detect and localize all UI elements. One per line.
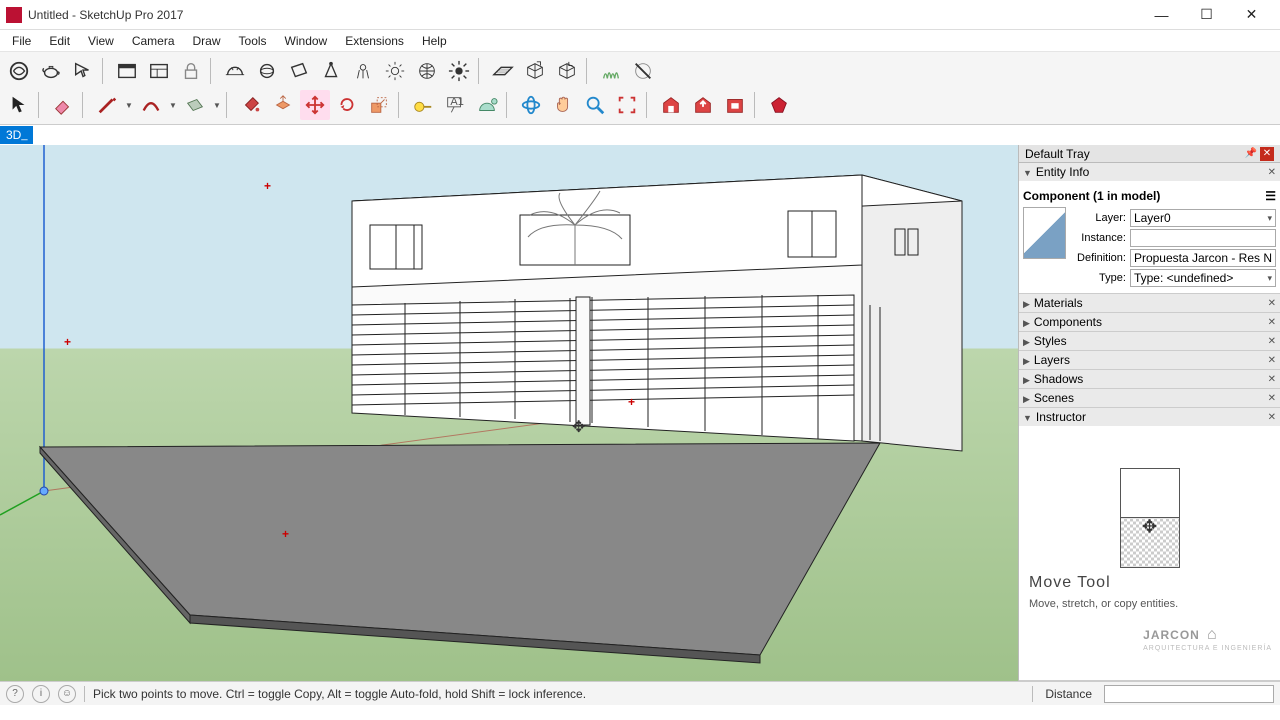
instructor-tool-desc: Move, stretch, or copy entities. (1025, 598, 1178, 610)
push-pull-icon[interactable] (268, 90, 298, 120)
tray-pin-icon[interactable]: 📌 (1245, 148, 1257, 159)
vray-infinite-plane-icon[interactable] (488, 56, 518, 86)
warehouse-icon[interactable] (656, 90, 686, 120)
vray-proxy-export-icon[interactable] (520, 56, 550, 86)
shape-tool-dropdown[interactable]: ▼ (212, 101, 222, 110)
vray-asset-editor-icon[interactable] (144, 56, 174, 86)
vray-mesh-light-icon[interactable] (412, 56, 442, 86)
select-tool-icon[interactable] (4, 90, 34, 120)
app-icon (6, 7, 22, 23)
panel-layers-header[interactable]: ▶Layers✕ (1019, 351, 1280, 369)
menu-view[interactable]: View (80, 32, 122, 50)
vray-sun-icon[interactable] (444, 56, 474, 86)
vray-frame-buffer-icon[interactable] (112, 56, 142, 86)
vray-sphere-light-icon[interactable] (252, 56, 282, 86)
arc-tool-dropdown[interactable]: ▼ (168, 101, 178, 110)
menu-file[interactable]: File (4, 32, 39, 50)
warehouse-share-icon[interactable] (688, 90, 718, 120)
text-tool-icon[interactable]: A1 (440, 90, 470, 120)
entity-heading: Component (1 in model) (1023, 189, 1160, 203)
status-bar: ? i ☺ Pick two points to move. Ctrl = to… (0, 681, 1280, 705)
status-help-icon[interactable]: ? (6, 685, 24, 703)
menu-tools[interactable]: Tools (231, 32, 275, 50)
scene-tab-bar: 3D (0, 125, 1280, 145)
menu-edit[interactable]: Edit (41, 32, 78, 50)
eraser-tool-icon[interactable] (48, 90, 78, 120)
menu-window[interactable]: Window (277, 32, 336, 50)
instructor-body: ✥ JARCON ⌂ ARQUITECTURA E INGENIERÍA Mov… (1019, 426, 1280, 680)
maximize-button[interactable]: ☐ (1184, 0, 1229, 30)
pan-tool-icon[interactable] (548, 90, 578, 120)
title-bar: Untitled - SketchUp Pro 2017 ― ☐ ✕ (0, 0, 1280, 30)
scale-tool-icon[interactable] (364, 90, 394, 120)
tray-title: Default Tray (1025, 147, 1090, 161)
panel-entity-info-header[interactable]: ▼Entity Info ✕ (1019, 163, 1280, 181)
panel-styles-header[interactable]: ▶Styles✕ (1019, 332, 1280, 350)
minimize-button[interactable]: ― (1139, 0, 1184, 30)
panel-materials-header[interactable]: ▶Materials✕ (1019, 294, 1280, 312)
vray-fur-icon[interactable] (596, 56, 626, 86)
zoom-tool-icon[interactable] (580, 90, 610, 120)
entity-material-swatch[interactable] (1023, 207, 1066, 259)
panel-instructor-header[interactable]: ▼Instructor ✕ (1019, 408, 1280, 426)
line-tool-dropdown[interactable]: ▼ (124, 101, 134, 110)
tape-measure-icon[interactable] (408, 90, 438, 120)
close-button[interactable]: ✕ (1229, 0, 1274, 30)
vray-teapot-icon[interactable] (36, 56, 66, 86)
menu-camera[interactable]: Camera (124, 32, 183, 50)
vray-clipper-icon[interactable] (628, 56, 658, 86)
extension-warehouse-icon[interactable] (720, 90, 750, 120)
instance-field[interactable] (1130, 229, 1276, 247)
protractor-icon[interactable] (472, 90, 502, 120)
zoom-extents-icon[interactable] (612, 90, 642, 120)
type-dropdown[interactable]: Type: <undefined> (1130, 269, 1276, 287)
panel-scenes-header[interactable]: ▶Scenes✕ (1019, 389, 1280, 407)
status-user-icon[interactable]: ☺ (58, 685, 76, 703)
orbit-tool-icon[interactable] (516, 90, 546, 120)
paint-bucket-icon[interactable] (236, 90, 266, 120)
vray-ies-light-icon[interactable] (348, 56, 378, 86)
panel-shadows-header[interactable]: ▶Shadows✕ (1019, 370, 1280, 388)
menu-help[interactable]: Help (414, 32, 455, 50)
vray-render-icon[interactable] (4, 56, 34, 86)
entity-menu-icon[interactable]: ☰ (1265, 189, 1276, 203)
menu-bar: File Edit View Camera Draw Tools Window … (0, 30, 1280, 52)
panel-entity-info: ▼Entity Info ✕ Component (1 in model) ☰ … (1019, 163, 1280, 294)
tray-close-icon[interactable]: ✕ (1260, 147, 1274, 161)
arc-tool-icon[interactable] (136, 90, 166, 120)
definition-field[interactable]: Propuesta Jarcon - Res N (1130, 249, 1276, 267)
vray-rect-light-icon[interactable] (284, 56, 314, 86)
rotate-tool-icon[interactable] (332, 90, 362, 120)
menu-extensions[interactable]: Extensions (337, 32, 412, 50)
measurement-label: Distance (1041, 687, 1096, 701)
vray-dome-light-icon[interactable] (220, 56, 250, 86)
toolbar-area: ▼ ▼ ▼ A1 (0, 52, 1280, 125)
default-tray: Default Tray 📌 ✕ ▼Entity Info ✕ Componen… (1018, 145, 1280, 681)
instructor-tool-name: Move Tool (1025, 574, 1111, 592)
rectangle-tool-icon[interactable] (180, 90, 210, 120)
watermark: JARCON ⌂ ARQUITECTURA E INGENIERÍA (1143, 619, 1272, 652)
move-tool-icon[interactable] (300, 90, 330, 120)
line-tool-icon[interactable] (92, 90, 122, 120)
ruby-icon[interactable] (764, 90, 794, 120)
instructor-animation: ✥ (1120, 468, 1180, 568)
vray-spot-light-icon[interactable] (316, 56, 346, 86)
layer-dropdown[interactable]: Layer0 (1130, 209, 1276, 227)
status-info-icon[interactable]: i (32, 685, 50, 703)
vray-omni-light-icon[interactable] (380, 56, 410, 86)
3d-viewport[interactable]: + + + + ✥ (0, 145, 1018, 681)
panel-close-icon[interactable]: ✕ (1268, 167, 1276, 178)
scene-tab[interactable]: 3D (0, 126, 33, 144)
vray-interactive-icon[interactable] (68, 56, 98, 86)
vray-lock-icon[interactable] (176, 56, 206, 86)
menu-draw[interactable]: Draw (185, 32, 229, 50)
svg-text:A1: A1 (450, 96, 463, 108)
status-hint: Pick two points to move. Ctrl = toggle C… (93, 687, 1024, 701)
panel-components-header[interactable]: ▶Components✕ (1019, 313, 1280, 331)
tray-header[interactable]: Default Tray 📌 ✕ (1019, 145, 1280, 163)
vray-proxy-import-icon[interactable] (552, 56, 582, 86)
measurement-input[interactable] (1104, 685, 1274, 703)
window-title: Untitled - SketchUp Pro 2017 (28, 8, 1139, 22)
